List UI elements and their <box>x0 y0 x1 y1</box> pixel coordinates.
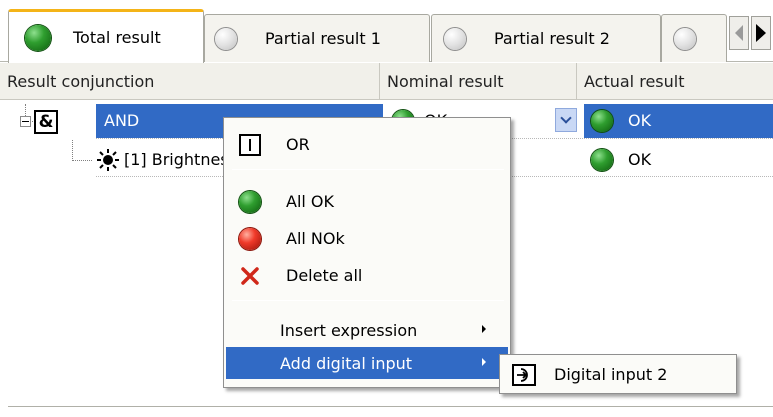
arrow-left-icon <box>735 25 743 41</box>
menu-separator <box>232 169 504 170</box>
menu-item-or[interactable]: OR <box>226 128 508 160</box>
tab-partial-result-2[interactable]: Partial result 2 <box>431 14 661 62</box>
green-status-icon <box>591 149 613 171</box>
delete-x-icon-wrap <box>238 264 262 288</box>
tab-label: Total result <box>73 28 161 47</box>
menu-item-label: Add digital input <box>280 353 413 373</box>
submenu-arrow-icon <box>482 358 486 366</box>
digital-input-icon-wrap <box>512 363 536 387</box>
menu-item-digital-input-2[interactable]: Digital input 2 <box>502 358 734 390</box>
column-header-conjunction[interactable]: Result conjunction <box>0 63 380 100</box>
menu-item-delete-all[interactable]: Delete all <box>226 259 508 291</box>
tab-scroll-left-button[interactable] <box>729 16 749 50</box>
tree-line <box>72 160 92 161</box>
tab-total-result[interactable]: Total result <box>8 9 204 63</box>
menu-item-label: Digital input 2 <box>554 364 668 384</box>
menu-separator <box>232 300 504 301</box>
tree-line <box>72 140 73 161</box>
context-menu: OR All OK All NOk Delete all Insert expr… <box>223 117 511 388</box>
digital-input-icon <box>512 364 536 386</box>
tab-partial-result-3[interactable] <box>661 14 727 62</box>
green-status-icon <box>591 110 613 132</box>
gray-status-icon <box>444 27 466 50</box>
tree-line <box>25 104 26 116</box>
red-status-icon-wrap <box>238 227 262 251</box>
chevron-down-icon <box>560 112 572 124</box>
or-gate-icon-wrap <box>238 133 262 157</box>
menu-item-label: OR <box>286 134 310 154</box>
menu-item-label: Insert expression <box>280 320 418 340</box>
delete-x-icon <box>241 267 259 285</box>
menu-item-label: All OK <box>286 191 335 211</box>
submenu-arrow-icon <box>482 325 486 333</box>
gray-status-icon <box>674 27 696 50</box>
menu-item-label: All NOk <box>286 228 345 248</box>
menu-item-add-digital-input[interactable]: Add digital input <box>226 347 508 379</box>
red-status-icon <box>239 228 261 250</box>
conjunction-label: [1] Brightness <box>124 150 237 169</box>
green-status-icon-wrap <box>238 190 262 214</box>
tab-scroll-right-button[interactable] <box>751 16 771 50</box>
menu-item-label: Delete all <box>286 265 363 285</box>
actual-value: OK <box>628 111 652 130</box>
column-header-actual[interactable]: Actual result <box>577 63 773 100</box>
brightness-icon <box>97 149 119 171</box>
or-gate-icon <box>239 134 261 156</box>
green-status-icon <box>239 191 261 213</box>
collapse-toggle[interactable] <box>20 116 31 127</box>
and-gate-icon: & <box>34 110 58 134</box>
menu-item-all-nok[interactable]: All NOk <box>226 222 508 254</box>
tab-partial-result-1[interactable]: Partial result 1 <box>204 14 430 62</box>
menu-item-insert-expression[interactable]: Insert expression <box>226 314 508 346</box>
column-header-nominal[interactable]: Nominal result <box>380 63 577 100</box>
tab-label: Partial result 2 <box>494 29 610 48</box>
arrow-right-icon <box>756 24 766 42</box>
grid-bottom-border <box>8 406 773 407</box>
conjunction-label: AND <box>104 111 140 130</box>
green-status-icon <box>25 24 51 51</box>
digital-input-submenu: Digital input 2 <box>499 354 737 394</box>
result-tab-bar: Total result Partial result 1 Partial re… <box>0 0 773 63</box>
gray-status-icon <box>215 27 237 50</box>
tab-label: Partial result 1 <box>265 29 381 48</box>
actual-value: OK <box>628 150 652 169</box>
nominal-dropdown-button[interactable] <box>555 108 577 132</box>
menu-item-all-ok[interactable]: All OK <box>226 185 508 217</box>
